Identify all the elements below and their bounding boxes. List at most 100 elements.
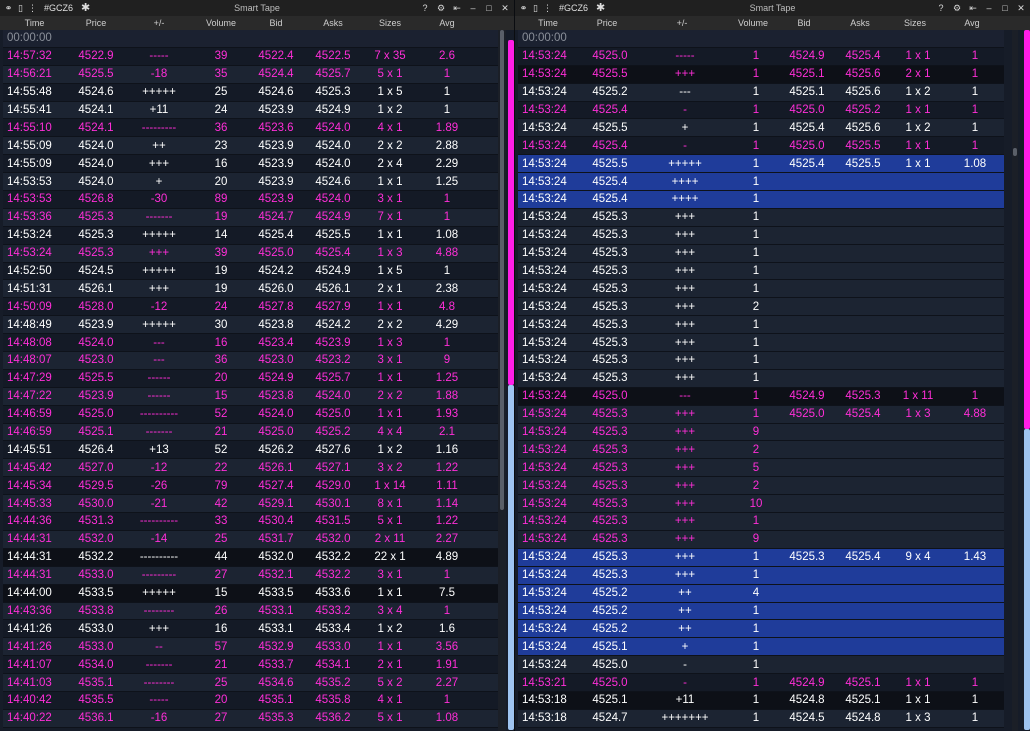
star-icon[interactable]: ✱	[596, 2, 605, 13]
drag-icon[interactable]: ⋮	[543, 3, 552, 13]
trade-row[interactable]: 14:53:24 4525.3 +++ 1	[518, 262, 1004, 281]
trade-row[interactable]: 14:47:22 4523.9 ------ 15 4523.8 4524.0 2 x 2 1…	[3, 387, 499, 406]
header-change[interactable]: +/-	[633, 18, 731, 28]
trade-row[interactable]: 14:53:24 4525.3 +++ 39 4525.0 4525.4 1 x 3 4.88	[3, 244, 499, 263]
trade-row[interactable]: 14:53:24 4525.0 ----- 1 4524.9 4525.4 1 x 1 1	[518, 47, 1004, 66]
trade-row[interactable]: 14:40:22 4536.1 -16 27 4535.3 4536.2 5 x 1 1.08	[3, 709, 499, 728]
trade-row[interactable]: 14:53:24 4525.3 +++ 1 4525.0 4525.4 1 x 3 4.88	[518, 405, 1004, 424]
trade-row[interactable]: 14:53:53 4526.8 -30 89 4523.9 4524.0 3 x 1 1	[3, 191, 499, 209]
trade-row[interactable]: 14:53:18 4524.7 +++++++ 1 4524.5 4524.8 1 x 3 1	[518, 709, 1004, 728]
trade-row[interactable]: 14:53:24 4525.3 +++ 1	[518, 513, 1004, 531]
trade-row[interactable]: 14:53:24 4525.3 +++ 1	[518, 208, 1004, 227]
trade-row[interactable]: 14:53:24 4525.2 --- 1 4525.1 4525.6 1 x 2 1	[518, 83, 1004, 102]
trade-row[interactable]: 14:53:24 4525.3 +++++ 14 4525.4 4525.5 1 x 1 1.…	[3, 226, 499, 245]
trade-row[interactable]: 14:51:31 4526.1 +++ 19 4526.0 4526.1 2 x 1 2.38	[3, 280, 499, 299]
header-bid[interactable]: Bid	[775, 18, 833, 28]
trade-row[interactable]: 14:48:08 4524.0 --- 16 4523.4 4523.9 1 x 3 1	[3, 334, 499, 353]
trade-row[interactable]: 14:55:09 4524.0 ++ 23 4523.9 4524.0 2 x 2 2.88	[3, 137, 499, 156]
trade-row[interactable]: 14:43:36 4533.8 -------- 26 4533.1 4533.2 3 x …	[3, 602, 499, 621]
trade-row[interactable]: 14:45:33 4530.0 -21 42 4529.1 4530.1 8 x 1 1.14	[3, 495, 499, 514]
trade-row[interactable]: 14:53:24 4525.4 ++++ 1	[518, 191, 1004, 209]
trade-row[interactable]: 14:47:29 4525.5 ------ 20 4524.9 4525.7 1 x 1 1…	[3, 369, 499, 388]
gear-icon[interactable]: ⚙	[436, 3, 446, 14]
window-titlebar[interactable]: ⚭ ▯ ⋮ #GCZ6 ✱ Smart Tape ? ⚙ ⇤ – □ ✕	[515, 0, 1030, 16]
trade-row[interactable]: 14:55:09 4524.0 +++ 16 4523.9 4524.0 2 x 4 2.29	[3, 155, 499, 174]
trade-row[interactable]: 14:53:24 4525.2 ++ 1	[518, 602, 1004, 621]
trade-row[interactable]: 14:53:24 4525.3 +++ 1	[518, 566, 1004, 585]
trade-row[interactable]: 14:53:24 4525.5 +++++ 1 4525.4 4525.5 1 x 1 1.0…	[518, 155, 1004, 174]
drag-icon[interactable]: ⋮	[28, 3, 37, 13]
trade-row[interactable]: 14:41:26 4533.0 +++ 16 4533.1 4533.4 1 x 2 1.6	[3, 620, 499, 639]
trade-row[interactable]: 14:53:24 4525.1 +1	[518, 638, 1004, 657]
scroll-thumb[interactable]	[500, 30, 504, 510]
trade-row[interactable]: 14:53:24 4525.2 ++ 4	[518, 584, 1004, 603]
trade-row[interactable]: 14:53:24 4525.3 +++ 9	[518, 423, 1004, 442]
window-titlebar[interactable]: ⚭ ▯ ⋮ #GCZ6 ✱ Smart Tape ? ⚙ ⇤ – □ ✕	[0, 0, 514, 16]
trade-row[interactable]: 14:44:31 4532.0 -14 25 4531.7 4532.0 2 x 11 2.2…	[3, 530, 499, 549]
link-icon[interactable]: ⚭	[519, 3, 528, 13]
header-sizes[interactable]: Sizes	[361, 18, 419, 28]
trade-row[interactable]: 14:44:36 4531.3 ---------- 33 4530.4 4531.5 5 …	[3, 513, 499, 531]
scroll-thumb[interactable]	[1013, 148, 1017, 156]
trade-row[interactable]: 14:44:31 4532.2 ---------- 44 4532.0 4532.2 22…	[3, 548, 499, 567]
trade-row[interactable]: 14:53:24 4525.3 +++ 2	[518, 441, 1004, 460]
trade-row[interactable]: 14:53:24 4525.2 ++ 1	[518, 620, 1004, 639]
trade-row[interactable]: 14:41:07 4534.0 ------- 21 4533.7 4534.1 2 x 1…	[3, 656, 499, 675]
star-icon[interactable]: ✱	[81, 2, 90, 13]
gear-icon[interactable]: ⚙	[952, 3, 962, 14]
trade-row[interactable]: 14:53:24 4525.3 +++ 1	[518, 369, 1004, 388]
header-volume[interactable]: Volume	[195, 18, 247, 28]
trade-row[interactable]: 14:44:00 4533.5 +++++ 15 4533.5 4533.6 1 x 1 7.…	[3, 584, 499, 603]
trade-row[interactable]: 14:55:48 4524.6 +++++ 25 4524.6 4525.3 1 x 5 1	[3, 83, 499, 102]
header-asks[interactable]: Asks	[305, 18, 361, 28]
trade-row[interactable]: 14:53:24 4525.4 - 1 4525.0 4525.5 1 x 1 1	[518, 137, 1004, 156]
trade-row[interactable]: 14:45:51 4526.4 +13 52 4526.2 4527.6 1 x 2 1.16	[3, 441, 499, 460]
header-avg[interactable]: Avg	[943, 18, 1001, 28]
trade-row[interactable]: 14:53:24 4525.3 +++ 1	[518, 244, 1004, 263]
trade-row[interactable]: 14:53:24 4525.3 +++ 2	[518, 477, 1004, 496]
trade-row[interactable]: 14:41:26 4533.0 -- 57 4532.9 4533.0 1 x 1 3.56	[3, 638, 499, 657]
trade-row[interactable]: 14:53:24 4525.3 +++ 1	[518, 316, 1004, 335]
trade-row[interactable]: 14:53:24 4525.3 +++ 2	[518, 298, 1004, 317]
pin-icon[interactable]: ⇤	[968, 3, 978, 14]
trade-row[interactable]: 14:46:59 4525.1 ------- 21 4525.0 4525.2 4 x 4…	[3, 423, 499, 442]
trade-row[interactable]: 14:53:53 4524.0 +20 4523.9 4524.6 1 x 1 1.25	[3, 173, 499, 192]
trade-row[interactable]: 14:45:42 4527.0 -12 22 4526.1 4527.1 3 x 2 1.22	[3, 459, 499, 478]
trade-row[interactable]: 14:40:42 4535.5 ----- 20 4535.1 4535.8 4 x 1 1	[3, 691, 499, 710]
header-sizes[interactable]: Sizes	[887, 18, 943, 28]
trade-row[interactable]: 14:53:24 4525.3 +++ 10	[518, 495, 1004, 514]
vertical-scrollbar[interactable]	[1012, 30, 1018, 731]
phone-icon[interactable]: ▯	[16, 3, 25, 13]
close-icon[interactable]: ✕	[500, 3, 510, 14]
trade-row[interactable]: 14:48:49 4523.9 +++++ 30 4523.8 4524.2 2 x 2 4.…	[3, 316, 499, 335]
trade-row[interactable]: 14:53:18 4525.1 +11 1 4524.8 4525.1 1 x 1 1	[518, 691, 1004, 710]
trade-row[interactable]: 14:45:34 4529.5 -26 79 4527.4 4529.0 1 x 14 1.1…	[3, 477, 499, 496]
trade-row[interactable]: 14:53:24 4525.5 +++ 1 4525.1 4525.6 2 x 1 1	[518, 65, 1004, 84]
header-price[interactable]: Price	[581, 18, 633, 28]
trade-row[interactable]: 14:41:03 4535.1 -------- 25 4534.6 4535.2 5 x …	[3, 674, 499, 692]
vertical-scrollbar[interactable]	[498, 30, 506, 731]
header-change[interactable]: +/-	[123, 18, 195, 28]
trade-row[interactable]: 14:53:24 4525.3 +++ 1	[518, 352, 1004, 370]
trade-row[interactable]: 14:53:24 4525.5 +1 4525.4 4525.6 1 x 2 1	[518, 119, 1004, 138]
trade-row[interactable]: 14:56:21 4525.5 -18 35 4524.4 4525.7 5 x 1 1	[3, 65, 499, 84]
link-icon[interactable]: ⚭	[4, 3, 13, 13]
header-bid[interactable]: Bid	[247, 18, 305, 28]
trade-row[interactable]: 14:53:24 4525.3 +++ 1	[518, 280, 1004, 299]
phone-icon[interactable]: ▯	[531, 3, 540, 13]
trade-row[interactable]: 14:53:24 4525.0 --- 1 4524.9 4525.3 1 x 11 1	[518, 387, 1004, 406]
trade-row[interactable]: 14:53:24 4525.4 ++++ 1	[518, 173, 1004, 192]
trade-row[interactable]: 14:48:07 4523.0 --- 36 4523.0 4523.2 3 x 1 9	[3, 352, 499, 370]
trade-row[interactable]: 14:50:09 4528.0 -12 24 4527.8 4527.9 1 x 1 4.8	[3, 298, 499, 317]
help-icon[interactable]: ?	[420, 3, 430, 14]
trade-row[interactable]: 14:53:24 4525.3 +++ 9	[518, 530, 1004, 549]
trade-row[interactable]: 14:57:32 4522.9 ----- 39 4522.4 4522.5 7 x 35 2…	[3, 47, 499, 66]
trade-row[interactable]: 14:52:50 4524.5 +++++ 19 4524.2 4524.9 1 x 5 1	[3, 262, 499, 281]
header-volume[interactable]: Volume	[731, 18, 775, 28]
trade-row[interactable]: 14:46:59 4525.0 ---------- 52 4524.0 4525.0 1 …	[3, 405, 499, 424]
header-asks[interactable]: Asks	[833, 18, 887, 28]
trade-row[interactable]: 14:53:24 4525.3 +++ 1	[518, 226, 1004, 245]
minimize-icon[interactable]: –	[468, 3, 478, 14]
help-icon[interactable]: ?	[936, 3, 946, 14]
header-time[interactable]: Time	[0, 18, 69, 28]
